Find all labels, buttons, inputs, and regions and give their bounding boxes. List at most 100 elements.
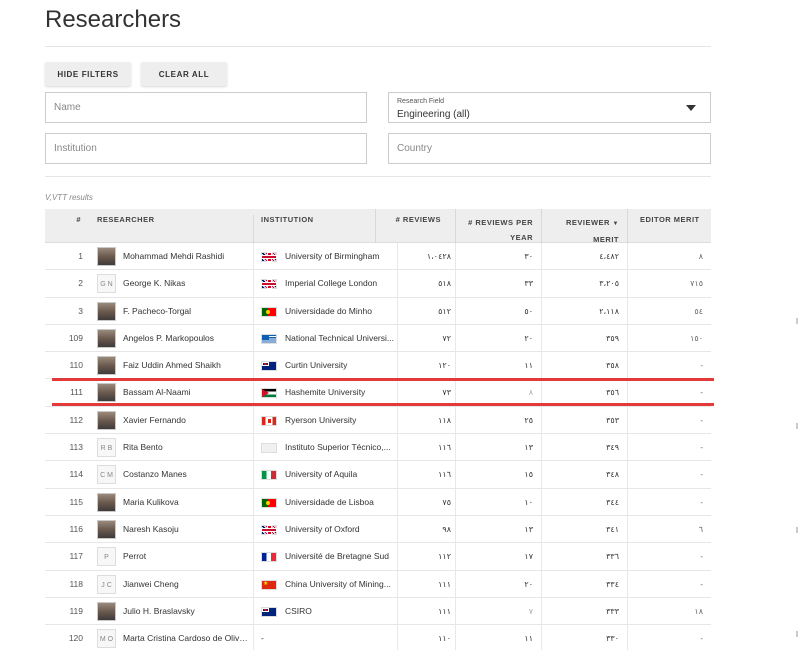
clear-all-button[interactable]: CLEAR ALL [141,62,227,86]
reviews-cell: ١٢٠ [438,361,451,371]
reviewer-merit-cell: ٣،٢٠٥ [599,279,619,289]
researcher-name-link[interactable]: Perrot [123,543,251,570]
reviewer-merit-cell: ٢،١١٨ [599,306,619,316]
institution-input[interactable] [45,133,367,164]
reviewer-merit-cell: ٣٣٣ [606,606,619,616]
country-flag-icon [261,306,277,317]
scroll-indicator [796,318,798,324]
header-editor-merit[interactable]: EDITOR MERIT [627,209,711,243]
table-row[interactable]: 113 R B Rita Bento Instituto Superior Técni… [45,434,711,462]
table-row[interactable]: 114 C M Costanzo Manes University of Aquila… [45,461,711,489]
researcher-name-link[interactable]: Xavier Fernando [123,407,251,434]
avatar [97,247,116,266]
results-count: V,VTT results [45,193,93,202]
header-reviews-per-year[interactable]: # REVIEWS PER YEAR [455,209,541,243]
table-row[interactable]: 119 Julio H. Braslavsky CSIRO ١١١ ٧ ٣٣٣ ١٨ [45,597,711,626]
reviews-per-year-cell: ١٠ [524,497,533,507]
table-row[interactable]: 2G N George K. Nikas Imperial College Lond… [45,270,711,298]
country-flag-icon [261,415,277,426]
rank-cell: 114 [69,469,83,480]
editor-merit-cell: ٦ [698,524,703,534]
country-flag-icon [261,388,277,399]
rank-cell: 1 [78,251,83,261]
rank-cell: 3 [78,305,83,316]
table-row[interactable]: 109 Angelos P. Markopoulos National Techni… [45,324,711,353]
avatar [97,356,116,376]
header-reviewer-merit[interactable]: REVIEWER ▼ MERIT [541,209,627,244]
table-row[interactable]: 120 M O Marta Cristina Cardoso de Oliveira… [45,625,711,650]
table-row[interactable]: 117 P Perrot Université de Bretagne Sud ١١٢ ١… [45,543,711,571]
rank-cell: 112 [69,414,83,425]
table-row[interactable]: 118J CJianwei ChengChina University of M… [45,570,711,598]
header-reviews[interactable]: # REVIEWS [375,209,445,243]
table-row[interactable]: 115 Maria Kulikova Universidade de Lisboa ٧… [45,488,711,516]
researcher-name-link[interactable]: Marta Cristina Cardoso de Oliveira [123,625,251,650]
reviewer-merit-cell: ٣٤١ [606,524,619,534]
researcher-name-link[interactable]: George K. Nikas [123,270,251,297]
country-flag-icon [261,579,277,590]
editor-merit-cell: - [700,579,703,589]
table-row[interactable]: 112 Xavier Fernando Ryerson University ١١٨ ٢… [45,406,711,435]
cell-divider [253,515,254,543]
researcher-name-link[interactable]: Mohammad Mehdi Rashidi [123,243,251,270]
page-title: Researchers [45,6,182,33]
editor-merit-cell: - [700,552,703,562]
reviews-cell: ١١٦ [438,443,451,453]
avatar: R B [97,438,116,458]
reviews-cell: ١١١ [438,579,451,589]
country-flag-icon [261,252,277,262]
avatar [97,492,116,512]
country-flag-icon [261,333,277,344]
title-divider [45,46,711,47]
reviewer-merit-cell: ٤،٤٨٢ [599,252,619,261]
researcher-name-link[interactable]: Jianwei Cheng [123,571,251,598]
reviewer-merit-cell: ٣٤٨ [606,470,619,480]
name-input[interactable] [45,92,367,123]
cell-divider [253,597,254,625]
researcher-name-link[interactable]: Angelos P. Markopoulos [123,325,251,352]
cell-divider [253,352,254,380]
researcher-name-link[interactable]: Costanzo Manes [123,461,251,488]
research-field-label: Research Field [397,98,445,105]
reviews-cell: ١،٠٤٢٨ [426,252,451,261]
researcher-name-link[interactable]: Julio H. Braslavsky [123,598,251,625]
highlight-line-top [52,378,714,381]
reviews-per-year-cell: ٢٥ [524,415,533,425]
researcher-name-link[interactable]: Maria Kulikova [123,489,251,516]
rank-cell: 2 [78,278,83,289]
reviews-cell: ١١١ [438,606,451,616]
reviewer-merit-cell: ٣٥٨ [606,361,619,371]
country-flag-icon [261,552,277,563]
cell-divider [253,461,254,489]
researcher-name-link[interactable]: Faiz Uddin Ahmed Shaikh [123,352,251,379]
editor-merit-cell: - [700,470,703,480]
reviews-per-year-cell: ٢٠ [524,333,533,343]
cell-divider [253,625,254,650]
sort-desc-icon: ▼ [612,221,619,227]
avatar: P [97,547,116,567]
reviews-per-year-cell: ١١ [524,361,533,371]
table-row[interactable]: 116 Naresh Kasoju University of Oxford ٩٨ ١٣… [45,515,711,544]
dropdown-arrow-icon [686,105,696,111]
avatar [97,519,116,539]
country-flag-icon [261,443,277,454]
researcher-name-link[interactable]: Rita Bento [123,434,251,461]
research-field-select[interactable]: Research Field Engineering (all) [388,92,711,123]
country-flag-icon [261,524,277,535]
country-input[interactable] [388,133,711,164]
country-flag-icon [261,606,277,617]
table-row[interactable]: 1 Mohammad Mehdi Rashidi University of Bir… [45,243,711,271]
header-reviews-per-year-line2: YEAR [510,233,533,242]
reviewer-merit-cell: ٣٤٤ [606,497,619,507]
hide-filters-button[interactable]: HIDE FILTERS [45,62,131,86]
editor-merit-cell: - [700,443,703,453]
reviews-per-year-cell: ١١ [524,634,533,644]
cell-divider [253,270,254,298]
researcher-name-link[interactable]: F. Pacheco-Torgal [123,298,251,325]
table-row[interactable]: 110 Faiz Uddin Ahmed Shaikh Curtin Univers… [45,352,711,380]
reviewer-merit-cell: ٣٤٩ [606,443,619,453]
reviews-per-year-cell: ٧ [528,606,533,616]
table-row[interactable]: 3 F. Pacheco-Torgal Universidade do Minho ٥… [45,297,711,325]
cell-divider [253,243,254,270]
researcher-name-link[interactable]: Naresh Kasoju [123,516,251,543]
